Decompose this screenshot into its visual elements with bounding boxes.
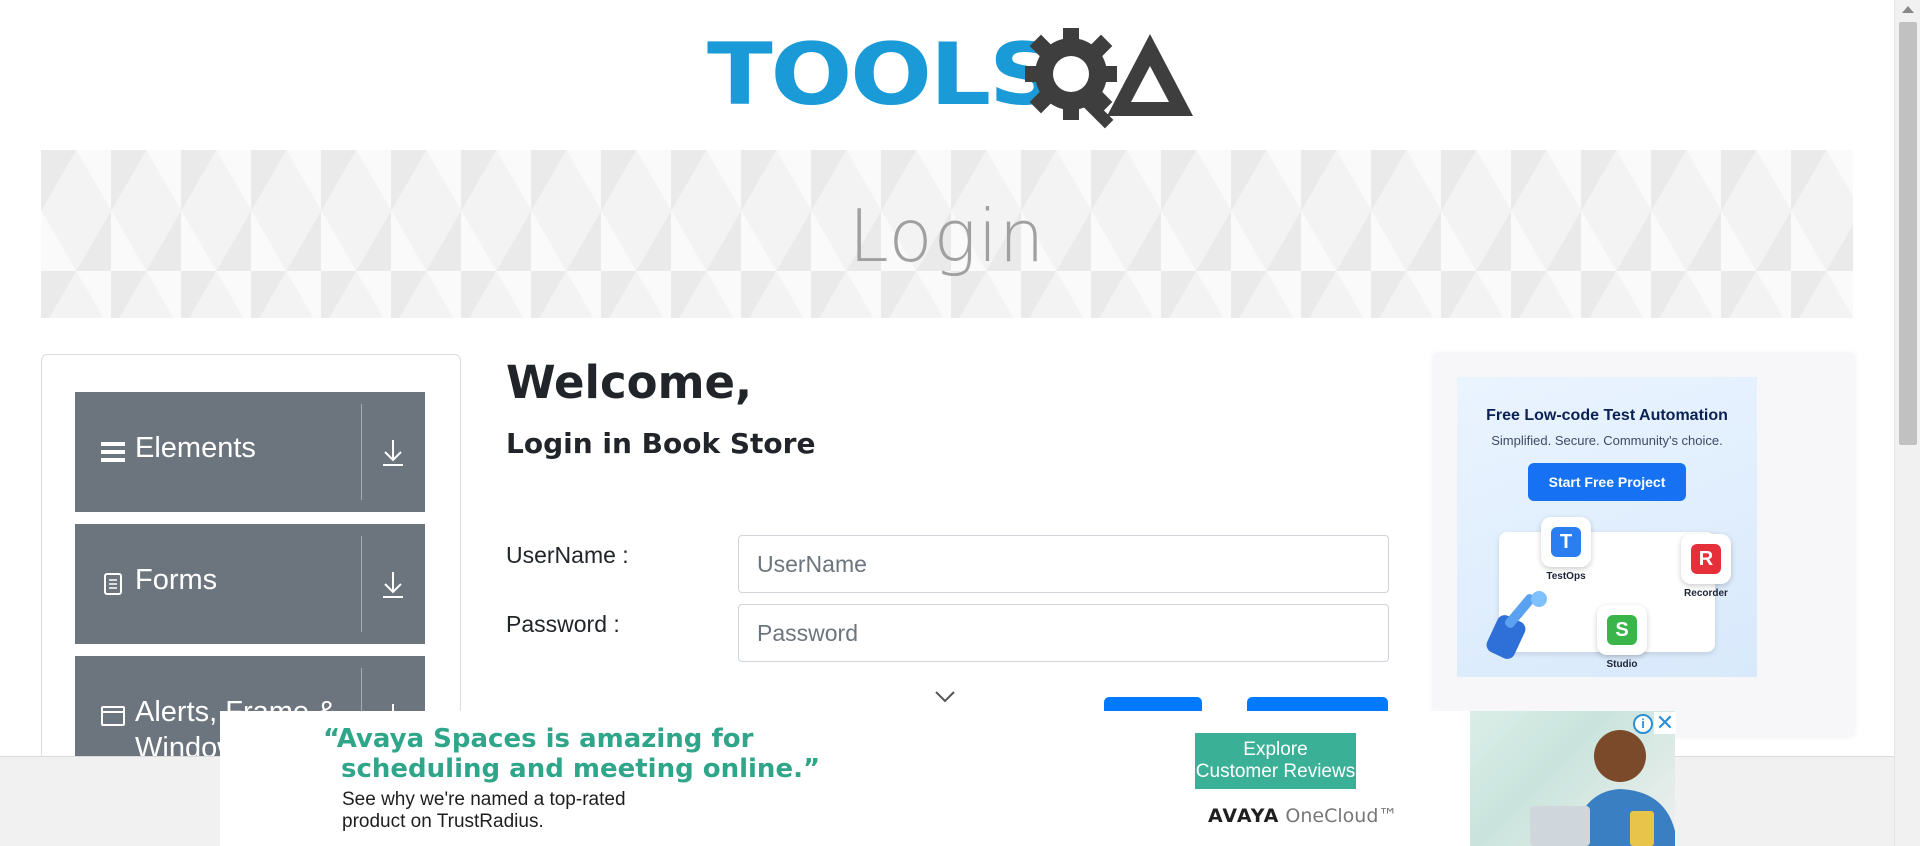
recorder-label: Recorder [1684,588,1728,599]
window-icon [101,706,125,726]
explore-reviews-button[interactable]: Explore Customer Reviews [1195,733,1356,789]
document-icon [104,573,122,595]
testops-label: TestOps [1546,571,1586,582]
ad-subtitle: Simplified. Secure. Community's choice. [1491,433,1723,448]
ad-close-icon[interactable]: ✕ [1654,712,1676,734]
ad-info-icon[interactable]: i [1633,714,1653,734]
logo-text: TOOLS [707,25,1058,125]
username-input[interactable] [738,535,1389,593]
sidebar-group-label: Forms [135,564,218,596]
testops-app-icon: T [1541,517,1591,567]
divider [361,536,362,632]
chevron-down-icon[interactable] [934,690,956,704]
side-ad[interactable]: Free Low-code Test Automation Simplified… [1457,377,1757,677]
sidebar-group-forms[interactable]: Forms [75,524,425,644]
studio-label: Studio [1606,659,1638,670]
logo-a-letter [1107,34,1193,116]
scroll-up-arrow-icon[interactable] [1902,6,1914,13]
ad-quote: “Avaya Spaces is amazing for scheduling … [323,724,821,784]
page-banner: Login [41,150,1853,318]
robot-arm-illustration [1486,591,1547,659]
scroll-thumb[interactable] [1899,22,1917,445]
avaya-brand: AVAYA OneCloud™ [1208,805,1398,827]
ad-description: See why we're named a top-rated product … [342,789,626,832]
username-label: UserName : [506,542,629,568]
sidebar-group-label: Elements [135,432,256,464]
site-header: TOOLS [0,0,1894,150]
toolsqa-logo[interactable]: TOOLS [707,22,1193,134]
start-free-project-button[interactable]: Start Free Project [1528,463,1686,501]
login-subtitle: Login in Book Store [506,427,816,460]
sidebar-group-elements[interactable]: Elements [75,392,425,512]
welcome-heading: Welcome, [506,356,753,409]
download-arrow-icon[interactable] [375,432,411,472]
page-title: Login [848,194,1046,278]
bottom-ad-banner[interactable]: “Avaya Spaces is amazing for scheduling … [220,711,1675,846]
recorder-app-icon: R [1681,534,1731,584]
divider [361,404,362,500]
studio-app-icon: S [1597,605,1647,655]
password-input[interactable] [738,604,1389,662]
ad-title: Free Low-code Test Automation [1486,407,1728,424]
hamburger-icon [101,442,125,462]
password-label: Password : [506,611,620,637]
page-scrollbar[interactable] [1894,0,1920,846]
download-arrow-icon[interactable] [375,564,411,604]
